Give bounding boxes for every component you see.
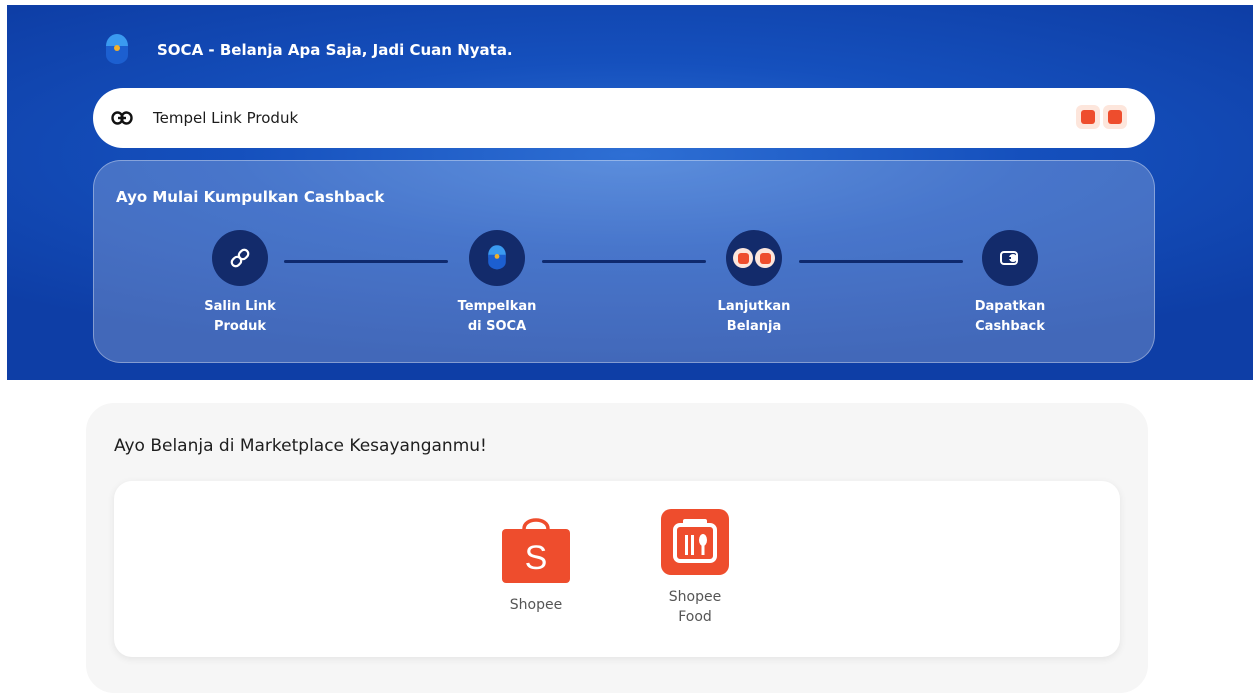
step-3-shop-icon — [726, 230, 782, 286]
marketplace-mini-icons — [1076, 105, 1127, 129]
step-2-label: Tempelkan di SOCA — [457, 299, 537, 334]
marketplace-section: Ayo Belanja di Marketplace Kesayanganmu!… — [86, 403, 1148, 693]
link-icon — [111, 111, 133, 125]
shopee-icon — [1076, 105, 1100, 129]
hero-banner: SOCA - Belanja Apa Saja, Jadi Cuan Nyata… — [7, 5, 1253, 380]
step-2-soca-icon — [469, 230, 525, 286]
step-1-label: Salin Link Produk — [204, 299, 276, 334]
shopeefood-icon — [1103, 105, 1127, 129]
shopeefood-icon — [661, 509, 729, 575]
soca-logo-icon — [486, 244, 508, 273]
marketplace-label: Shopee Food — [668, 589, 722, 625]
step-connector — [542, 260, 706, 263]
link-icon — [230, 248, 250, 268]
shopee-icon — [733, 248, 753, 268]
marketplace-item-shopeefood[interactable]: Shopee Food — [650, 509, 740, 627]
cashback-icon — [1000, 251, 1018, 265]
app-title: SOCA - Belanja Apa Saja, Jadi Cuan Nyata… — [157, 41, 513, 59]
marketplace-list: S Shopee Shopee Food — [114, 481, 1120, 657]
shopeefood-icon — [755, 248, 775, 268]
steps-title: Ayo Mulai Kumpulkan Cashback — [116, 188, 385, 206]
step-4-cashback-icon — [982, 230, 1038, 286]
step-3-label: Lanjutkan Belanja — [717, 299, 791, 334]
cashback-steps-card: Ayo Mulai Kumpulkan Cashback Salin Link … — [93, 160, 1155, 363]
step-connector — [799, 260, 963, 263]
paste-link-placeholder: Tempel Link Produk — [153, 109, 299, 127]
marketplace-title: Ayo Belanja di Marketplace Kesayanganmu! — [114, 436, 487, 456]
step-connector — [284, 260, 448, 263]
svg-text:S: S — [525, 539, 548, 577]
step-1-link-icon — [212, 230, 268, 286]
marketplace-item-shopee[interactable]: S Shopee — [491, 511, 581, 615]
step-4-label: Dapatkan Cashback — [974, 299, 1046, 334]
shopee-icon: S — [502, 518, 570, 583]
soca-logo-icon — [103, 32, 131, 68]
marketplace-label: Shopee — [509, 597, 563, 613]
paste-link-input[interactable]: Tempel Link Produk — [93, 88, 1155, 148]
app-header: SOCA - Belanja Apa Saja, Jadi Cuan Nyata… — [103, 32, 513, 68]
